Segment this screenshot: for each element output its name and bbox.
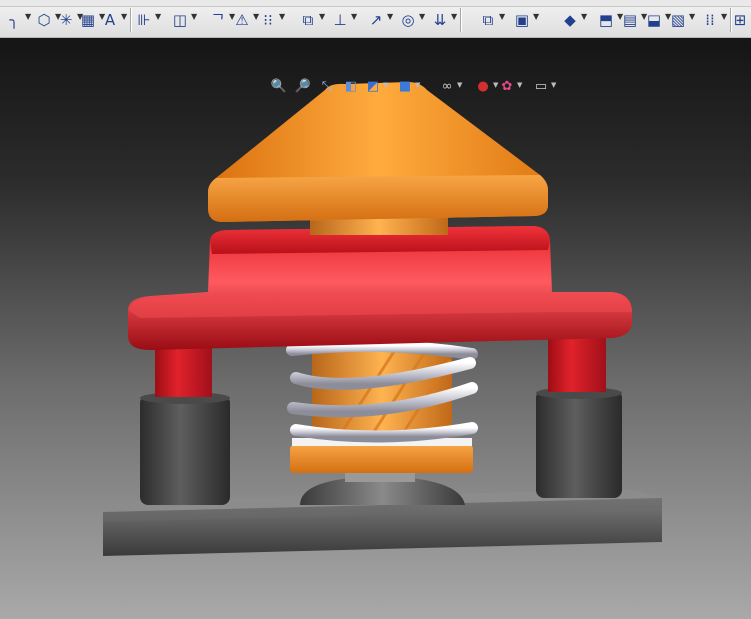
chevron-down-icon[interactable]: ▼ — [319, 12, 325, 21]
red-frame[interactable] — [128, 226, 632, 350]
linear-pattern-icon[interactable]: ⁝⁝ — [258, 10, 278, 30]
component-icon[interactable]: ▣ — [512, 10, 532, 30]
right-post[interactable] — [536, 387, 622, 498]
move-entities-icon[interactable]: ⧉ — [298, 10, 318, 30]
toolbar-separator — [130, 8, 132, 32]
left-guide-rod[interactable] — [155, 345, 212, 397]
repair-sketch-icon[interactable]: ◎ — [398, 10, 418, 30]
explode-icon[interactable]: ⬓ — [644, 10, 664, 30]
chevron-down-icon[interactable]: ▼ — [451, 12, 457, 21]
zoom-to-fit-icon[interactable]: 🔍 — [270, 78, 288, 96]
chevron-down-icon[interactable]: ▼ — [721, 12, 727, 21]
hide-show-items-icon[interactable]: ∞ — [438, 78, 456, 96]
graphics-viewport[interactable]: 🔍 🔎 ⤡ ◧ ◩ ▼ ■ ▼ ∞ ▼ ● ▼ ✿ ▼ ▭ ▼ — [0, 38, 751, 619]
text-icon[interactable]: A — [100, 10, 120, 30]
previous-view-icon[interactable]: ⤡ — [318, 78, 336, 96]
chevron-down-icon[interactable]: ▼ — [551, 81, 556, 89]
grid-snap-icon[interactable]: ▦ — [78, 10, 98, 30]
chevron-down-icon[interactable]: ▼ — [279, 12, 285, 21]
chevron-down-icon[interactable]: ▼ — [517, 81, 522, 89]
zoom-to-area-icon[interactable]: 🔎 — [294, 78, 312, 96]
warning-icon[interactable]: ⚠ — [232, 10, 252, 30]
chevron-down-icon[interactable]: ▼ — [415, 81, 420, 89]
display-style-icon[interactable]: ■ — [396, 78, 414, 96]
chevron-down-icon[interactable]: ▼ — [387, 12, 393, 21]
view-orientation-icon[interactable]: ◩ — [364, 78, 382, 96]
chevron-down-icon[interactable]: ▼ — [689, 12, 695, 21]
polygon-icon[interactable]: ⬡ — [34, 10, 54, 30]
chevron-down-icon[interactable]: ▼ — [191, 12, 197, 21]
toolbar-separator — [460, 8, 462, 32]
orange-cap[interactable] — [208, 82, 548, 235]
chevron-down-icon[interactable]: ▼ — [581, 12, 587, 21]
pattern-grid-icon[interactable]: ⁞⁞ — [700, 10, 720, 30]
chevron-down-icon[interactable]: ▼ — [25, 12, 31, 21]
edit-appearance-icon[interactable]: ● — [474, 78, 492, 96]
chevron-down-icon[interactable]: ▼ — [155, 12, 161, 21]
menu-strip — [0, 0, 751, 7]
chevron-down-icon[interactable]: ▼ — [457, 81, 462, 89]
assembly-icon[interactable]: ▤ — [620, 10, 640, 30]
bill-of-materials-icon[interactable]: ▧ — [668, 10, 688, 30]
apply-scene-icon[interactable]: ✿ — [498, 78, 516, 96]
chevron-down-icon[interactable]: ▼ — [121, 12, 127, 21]
line-icon[interactable]: ╮ — [4, 10, 24, 30]
chevron-down-icon[interactable]: ▼ — [533, 12, 539, 21]
section-view-icon[interactable]: ◧ — [342, 78, 360, 96]
trim-icon[interactable]: ᄀ — [208, 10, 228, 30]
chevron-down-icon[interactable]: ▼ — [419, 12, 425, 21]
right-guide-rod[interactable] — [548, 338, 606, 392]
smart-dimension-icon[interactable]: ↗ — [366, 10, 386, 30]
left-post[interactable] — [140, 392, 230, 505]
spring-seat[interactable] — [300, 470, 465, 505]
3d-model-render — [103, 82, 662, 556]
insert-part-icon[interactable]: ⬒ — [596, 10, 616, 30]
chevron-down-icon[interactable]: ▼ — [383, 81, 388, 89]
point-icon[interactable]: ✳ — [56, 10, 76, 30]
quick-snaps-icon[interactable]: ⇊ — [430, 10, 450, 30]
relations-icon[interactable]: ⊥ — [330, 10, 350, 30]
mirror-entities-icon[interactable]: ⊪ — [134, 10, 154, 30]
display-options-icon[interactable]: ⊞ — [730, 10, 750, 30]
appearance-icon[interactable]: ◆ — [560, 10, 580, 30]
command-toolbar: ╮ ▼ ⬡ ▼ ✳ ▼ ▦ ▼ A ▼ ⊪ ▼ ◫ ▼ ᄀ ▼ ⚠ ▼ ⁝⁝ ▼ ⧉ ▼ ⊥ ▼ ↗ ▼ ◎ ▼ ⇊ ▼ ⧉ ▼ ▣ ▼ ◆ ▼ ⬒ ▼ ▤… — [0, 0, 751, 38]
copy-icon[interactable]: ⧉ — [478, 10, 498, 30]
chevron-down-icon[interactable]: ▼ — [351, 12, 357, 21]
view-settings-icon[interactable]: ▭ — [532, 78, 550, 96]
offset-entities-icon[interactable]: ◫ — [170, 10, 190, 30]
chevron-down-icon[interactable]: ▼ — [499, 12, 505, 21]
